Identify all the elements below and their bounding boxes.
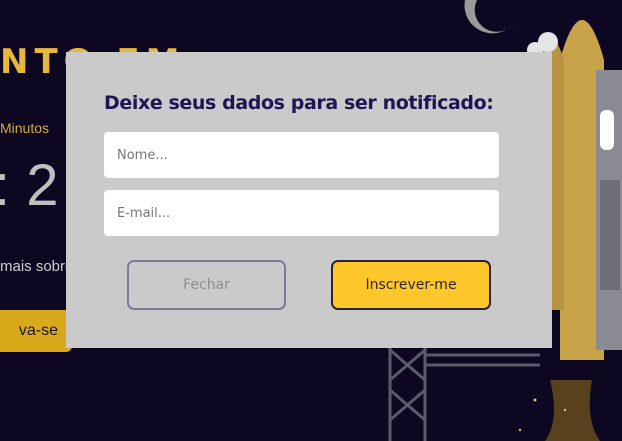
close-button[interactable]: Fechar [127,260,286,310]
email-input[interactable] [104,190,499,236]
name-input[interactable] [104,132,499,178]
subscribe-button[interactable]: Inscrever-me [331,260,491,310]
modal-title: Deixe seus dados para ser notificado: [104,92,494,114]
modal-overlay: Deixe seus dados para ser notificado: Fe… [0,0,622,441]
notification-modal: Deixe seus dados para ser notificado: Fe… [66,52,552,348]
